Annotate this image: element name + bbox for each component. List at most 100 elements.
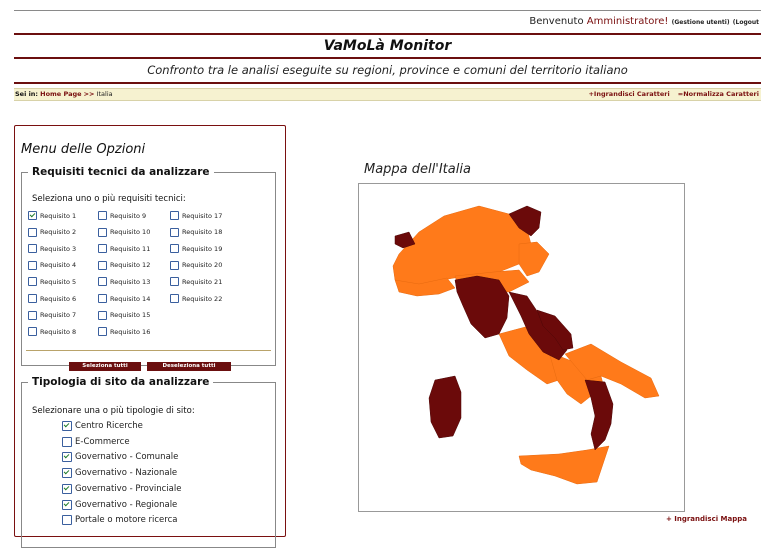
- requirement-checkbox[interactable]: Requisito 2: [28, 227, 77, 237]
- requirement-checkbox[interactable]: Requisito 7: [28, 310, 77, 320]
- site-type-checkbox[interactable]: Governativo - Comunale: [62, 452, 179, 463]
- site-type-label: Governativo - Comunale: [75, 452, 179, 463]
- requirement-label: Requisito 13: [110, 277, 151, 286]
- checkbox-icon[interactable]: [28, 227, 37, 237]
- checkbox-icon[interactable]: [98, 260, 107, 270]
- italy-map-svg: [392, 205, 660, 485]
- checkbox-icon[interactable]: [28, 294, 37, 303]
- enlarge-text-link[interactable]: +Ingrandisci Caratteri: [588, 90, 669, 98]
- enlarge-map-link[interactable]: + Ingrandisci Mappa: [666, 515, 747, 523]
- app-title: VaMoLà Monitor: [323, 38, 452, 54]
- checkbox-icon[interactable]: [28, 310, 37, 320]
- requirement-checkbox[interactable]: Requisito 18: [170, 227, 223, 237]
- checkbox-icon[interactable]: [170, 294, 179, 303]
- italy-map: [358, 183, 685, 512]
- requirement-checkbox[interactable]: Requisito 16: [98, 327, 151, 337]
- checkbox-icon[interactable]: [98, 310, 107, 320]
- region-sicilia[interactable]: [518, 445, 610, 485]
- checkbox-icon[interactable]: [170, 277, 179, 287]
- site-type-label: Governativo - Nazionale: [75, 468, 178, 479]
- requirement-checkbox[interactable]: Requisito 15: [98, 310, 151, 320]
- deselect-all-button[interactable]: Deseleziona tutti: [147, 362, 231, 371]
- checkbox-icon[interactable]: [62, 436, 72, 447]
- checkbox-icon[interactable]: [28, 244, 37, 254]
- requirement-label: Requisito 20: [182, 261, 223, 270]
- requirement-checkbox[interactable]: Requisito 13: [98, 277, 151, 287]
- requirement-checkbox[interactable]: Requisito 19: [170, 244, 222, 254]
- welcome-bar: Benvenuto Amministratore! (Gestione uten…: [529, 16, 759, 27]
- checkbox-icon[interactable]: [28, 260, 37, 270]
- requirement-checkbox[interactable]: Requisito 8: [28, 327, 77, 337]
- site-type-checkbox[interactable]: Centro Ricerche: [62, 421, 143, 431]
- checkbox-icon[interactable]: [98, 244, 107, 254]
- font-size-controls: +Ingrandisci Caratteri =Normalizza Carat…: [582, 89, 759, 100]
- region-calabria[interactable]: [584, 379, 614, 451]
- checkbox-icon[interactable]: [170, 227, 179, 237]
- checkbox-icon[interactable]: [98, 294, 107, 303]
- select-all-button[interactable]: Seleziona tutti: [69, 362, 141, 371]
- requirement-checkbox[interactable]: Requisito 20: [170, 260, 223, 270]
- site-type-checkbox[interactable]: E-Commerce: [62, 436, 130, 447]
- checkbox-icon[interactable]: [98, 277, 107, 287]
- requirement-checkbox[interactable]: Requisito 11: [98, 244, 151, 254]
- user-name[interactable]: Amministratore!: [587, 16, 669, 27]
- checkbox-icon[interactable]: [170, 211, 179, 220]
- region-sardegna[interactable]: [428, 375, 462, 439]
- checkbox-icon[interactable]: [62, 515, 72, 526]
- requirement-label: Requisito 9: [110, 211, 147, 220]
- requirement-label: Requisito 11: [110, 244, 151, 253]
- requirement-checkbox[interactable]: Requisito 22: [170, 294, 222, 303]
- requirement-label: Requisito 7: [40, 311, 77, 320]
- requirement-label: Requisito 15: [110, 311, 151, 320]
- requirement-checkbox[interactable]: Requisito 9: [98, 211, 146, 220]
- site-types-fieldset: Tipologia di sito da analizzare Selezion…: [21, 376, 276, 548]
- requirement-checkbox[interactable]: Requisito 3: [28, 244, 76, 254]
- requirement-label: Requisito 8: [40, 327, 77, 336]
- requirement-label: Requisito 18: [182, 228, 223, 237]
- site-type-label: Governativo - Regionale: [75, 499, 178, 510]
- checkbox-icon[interactable]: [62, 421, 72, 431]
- checkbox-icon[interactable]: [98, 227, 107, 237]
- requirement-checkbox[interactable]: Requisito 6: [28, 294, 76, 303]
- checkbox-icon[interactable]: [28, 277, 37, 287]
- requirement-checkbox[interactable]: Requisito 4: [28, 260, 76, 270]
- site-type-checkbox[interactable]: Governativo - Nazionale: [62, 468, 178, 479]
- manage-users-link[interactable]: (Gestione utenti): [672, 19, 730, 26]
- region-veneto-south[interactable]: [518, 241, 550, 277]
- title-rule: [14, 57, 761, 59]
- site-type-checkbox[interactable]: Governativo - Provinciale: [62, 483, 181, 494]
- map-title: Mappa dell'Italia: [364, 162, 471, 177]
- checkbox-icon[interactable]: [62, 452, 72, 463]
- requirement-checkbox[interactable]: Requisito 1: [28, 211, 76, 220]
- requirement-label: Requisito 14: [110, 294, 151, 303]
- requirement-label: Requisito 16: [110, 327, 151, 336]
- requirement-checkbox[interactable]: Requisito 21: [170, 277, 222, 287]
- requirement-checkbox[interactable]: Requisito 14: [98, 294, 150, 303]
- checkbox-icon[interactable]: [170, 260, 179, 270]
- checkbox-icon[interactable]: [62, 483, 72, 494]
- subtitle-rule: [14, 82, 761, 84]
- breadcrumb-home-link[interactable]: Home Page: [40, 90, 81, 98]
- checkbox-icon[interactable]: [98, 327, 107, 337]
- requirement-checkbox[interactable]: Requisito 10: [98, 227, 151, 237]
- menu-title: Menu delle Opzioni: [21, 142, 146, 157]
- checkbox-icon[interactable]: [98, 211, 107, 220]
- checkbox-icon[interactable]: [28, 211, 37, 220]
- requirement-checkbox[interactable]: Requisito 5: [28, 277, 76, 287]
- checkbox-icon[interactable]: [170, 244, 179, 254]
- header-rule: [14, 33, 761, 35]
- logout-link[interactable]: (Logout: [733, 19, 759, 26]
- breadcrumb-current: Italia: [96, 90, 113, 98]
- requirement-checkbox[interactable]: Requisito 12: [98, 260, 150, 270]
- region-toscana[interactable]: [454, 275, 510, 339]
- site-type-checkbox[interactable]: Governativo - Regionale: [62, 499, 178, 510]
- requirement-label: Requisito 22: [182, 294, 223, 303]
- checkbox-icon[interactable]: [62, 468, 72, 479]
- checkbox-icon[interactable]: [28, 327, 37, 337]
- checkbox-icon[interactable]: [62, 499, 72, 510]
- requirement-label: Requisito 10: [110, 228, 151, 237]
- requirement-checkbox[interactable]: Requisito 17: [170, 211, 222, 220]
- site-type-checkbox[interactable]: Portale o motore ricerca: [62, 515, 177, 526]
- requirement-label: Requisito 2: [40, 228, 77, 237]
- normalize-text-link[interactable]: =Normalizza Caratteri: [678, 90, 759, 98]
